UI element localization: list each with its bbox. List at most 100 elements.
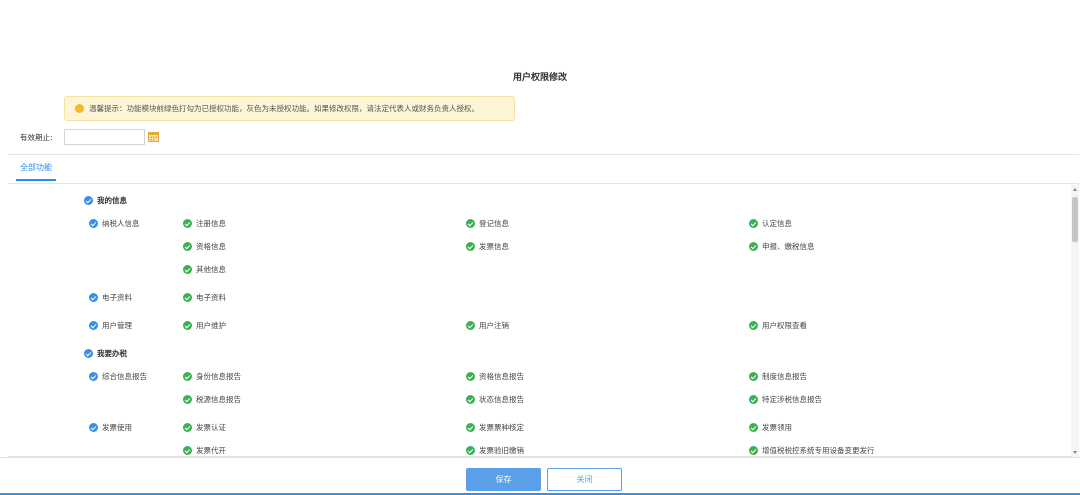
dialog-title: 用户权限修改 xyxy=(512,73,567,83)
perm-user-maintain[interactable]: 用户维护 xyxy=(183,320,226,331)
check-icon xyxy=(183,265,192,274)
perm-label: 电子资料 xyxy=(196,293,226,302)
scroll-down-icon[interactable] xyxy=(1073,451,1077,454)
check-icon xyxy=(84,196,93,205)
group-label: 我要办税 xyxy=(97,349,127,358)
perm-invoice-receive[interactable]: 发票领用 xyxy=(749,422,792,433)
permission-list: 我的信息 纳税人信息 注册信息 登记信息 认定信息 资格信息 发票信息 申报、缴… xyxy=(8,185,1068,457)
list-row: 税源信息报告 状态信息报告 特定涉税信息报告 xyxy=(8,394,1068,408)
perm-vat-device[interactable]: 增值税税控系统专用设备变更发行 xyxy=(749,445,875,456)
perm-label: 增值税税控系统专用设备变更发行 xyxy=(762,446,875,455)
perm-label: 用户权限查看 xyxy=(762,321,807,330)
tab-bar: 全部功能 xyxy=(8,155,1079,184)
close-button[interactable]: 关闭 xyxy=(547,468,622,491)
check-icon xyxy=(466,395,475,404)
check-icon xyxy=(89,321,98,330)
perm-invoice-info[interactable]: 发票信息 xyxy=(466,241,509,252)
perm-label: 纳税人信息 xyxy=(102,219,140,228)
perm-invoice-use[interactable]: 发票使用 xyxy=(89,422,132,433)
list-row: 用户管理 用户维护 用户注销 用户权限查看 xyxy=(8,320,1068,334)
scroll-up-icon[interactable] xyxy=(1073,188,1077,191)
tip-banner: 温馨提示：功能模块前绿色打勾为已授权功能，灰色为未授权功能。如果修改权限，请法定… xyxy=(64,96,515,121)
calendar-icon[interactable] xyxy=(148,131,159,142)
check-icon xyxy=(749,395,758,404)
perm-qualification-report[interactable]: 资格信息报告 xyxy=(466,371,524,382)
check-icon xyxy=(466,423,475,432)
perm-declare-info[interactable]: 申报、缴税信息 xyxy=(749,241,815,252)
perm-label: 资格信息 xyxy=(196,242,226,251)
group-my-info[interactable]: 我的信息 xyxy=(84,195,127,206)
perm-user-perm-view[interactable]: 用户权限查看 xyxy=(749,320,807,331)
perm-taxpayer-info[interactable]: 纳税人信息 xyxy=(89,218,140,229)
group-tax[interactable]: 我要办税 xyxy=(84,348,127,359)
perm-label: 发票代开 xyxy=(196,446,226,455)
vertical-scrollbar[interactable] xyxy=(1071,185,1079,457)
list-row: 纳税人信息 注册信息 登记信息 认定信息 xyxy=(8,218,1068,232)
perm-label: 用户管理 xyxy=(102,321,132,330)
perm-label: 用户维护 xyxy=(196,321,226,330)
check-icon xyxy=(466,372,475,381)
footer-divider xyxy=(0,457,1080,458)
perm-register-info[interactable]: 注册信息 xyxy=(183,218,226,229)
perm-e-docs-item[interactable]: 电子资料 xyxy=(183,292,226,303)
perm-label: 身份信息报告 xyxy=(196,372,241,381)
tab-all-functions[interactable]: 全部功能 xyxy=(16,162,56,181)
check-icon xyxy=(466,321,475,330)
perm-invoice-issue[interactable]: 发票代开 xyxy=(183,445,226,456)
perm-label: 发票信息 xyxy=(479,242,509,251)
check-icon xyxy=(183,395,192,404)
perm-label: 状态信息报告 xyxy=(479,395,524,404)
perm-other-info[interactable]: 其他信息 xyxy=(183,264,226,275)
perm-special-report[interactable]: 特定涉税信息报告 xyxy=(749,394,822,405)
check-icon xyxy=(183,372,192,381)
check-icon xyxy=(89,372,98,381)
perm-label: 发票验旧缴销 xyxy=(479,446,524,455)
perm-label: 发票票种核定 xyxy=(479,423,524,432)
perm-invoice-auth[interactable]: 发票认证 xyxy=(183,422,226,433)
scroll-thumb[interactable] xyxy=(1072,197,1078,242)
save-button[interactable]: 保存 xyxy=(466,468,541,491)
perm-tax-source-report[interactable]: 税源信息报告 xyxy=(183,394,241,405)
check-icon xyxy=(183,242,192,251)
check-icon xyxy=(749,321,758,330)
validity-date-input[interactable] xyxy=(64,129,145,145)
perm-label: 发票领用 xyxy=(762,423,792,432)
check-icon xyxy=(183,321,192,330)
check-icon xyxy=(466,242,475,251)
check-icon xyxy=(466,219,475,228)
perm-label: 登记信息 xyxy=(479,219,509,228)
check-icon xyxy=(183,446,192,455)
check-icon xyxy=(183,423,192,432)
perm-report[interactable]: 综合信息报告 xyxy=(89,371,147,382)
check-icon xyxy=(749,219,758,228)
perm-registration-info[interactable]: 登记信息 xyxy=(466,218,509,229)
check-icon xyxy=(89,219,98,228)
check-icon xyxy=(89,423,98,432)
perm-label: 制度信息报告 xyxy=(762,372,807,381)
list-row: 资格信息 发票信息 申报、缴税信息 xyxy=(8,241,1068,255)
perm-identity-report[interactable]: 身份信息报告 xyxy=(183,371,241,382)
perm-e-docs[interactable]: 电子资料 xyxy=(89,292,132,303)
perm-label: 税源信息报告 xyxy=(196,395,241,404)
check-icon xyxy=(749,423,758,432)
group-label: 我的信息 xyxy=(97,196,127,205)
perm-status-report[interactable]: 状态信息报告 xyxy=(466,394,524,405)
perm-qualification-info[interactable]: 资格信息 xyxy=(183,241,226,252)
check-icon xyxy=(749,372,758,381)
perm-invoice-cancel[interactable]: 发票验旧缴销 xyxy=(466,445,524,456)
perm-label: 其他信息 xyxy=(196,265,226,274)
info-dot-icon xyxy=(75,104,84,113)
check-icon xyxy=(84,349,93,358)
perm-invoice-kind[interactable]: 发票票种核定 xyxy=(466,422,524,433)
check-icon xyxy=(183,293,192,302)
tip-text: 温馨提示：功能模块前绿色打勾为已授权功能，灰色为未授权功能。如果修改权限，请法定… xyxy=(89,104,479,113)
permission-dialog: 用户权限修改 温馨提示：功能模块前绿色打勾为已授权功能，灰色为未授权功能。如果修… xyxy=(0,0,1080,495)
perm-system-report[interactable]: 制度信息报告 xyxy=(749,371,807,382)
perm-label: 发票认证 xyxy=(196,423,226,432)
check-icon xyxy=(749,242,758,251)
perm-user-mgmt[interactable]: 用户管理 xyxy=(89,320,132,331)
perm-user-cancel[interactable]: 用户注销 xyxy=(466,320,509,331)
perm-label: 发票使用 xyxy=(102,423,132,432)
perm-certification-info[interactable]: 认定信息 xyxy=(749,218,792,229)
validity-row: 有效期止: xyxy=(0,129,200,145)
